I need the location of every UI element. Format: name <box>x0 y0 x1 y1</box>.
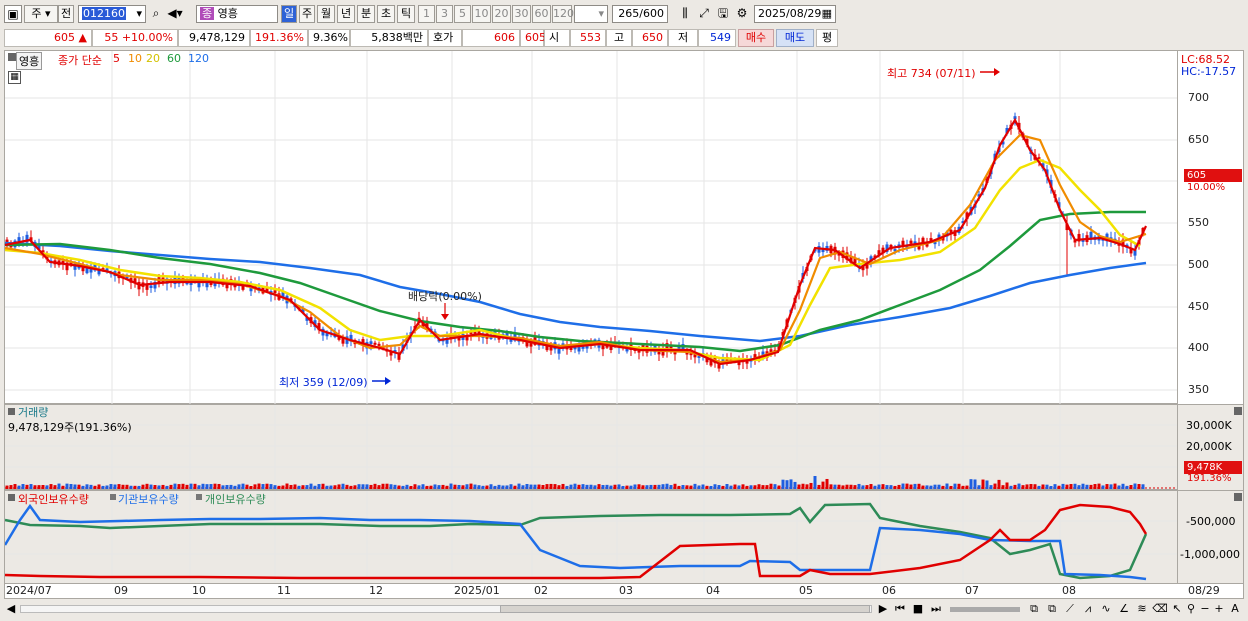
copy-icon[interactable]: ⧉ <box>1044 601 1060 617</box>
last-pct-tag: 10.00% <box>1187 182 1226 193</box>
low-note: 최저 359 (12/09) <box>279 376 368 389</box>
high-arrow-head <box>994 68 1000 76</box>
ma20-legend: 20 <box>146 52 160 65</box>
volume-close-icon[interactable] <box>1234 407 1242 415</box>
institution-legend: 기관보유수량 <box>118 493 179 506</box>
vol-tick-30000k: 30,000K <box>1186 419 1232 432</box>
auto-scale-icon[interactable]: A <box>1228 601 1242 617</box>
last-price-tag: 605 <box>1184 169 1242 182</box>
x-label-07: 07 <box>965 584 979 597</box>
ma5-line <box>4 117 1147 366</box>
zoom-out-icon[interactable]: − <box>1198 601 1212 617</box>
holder-menu-icon[interactable] <box>8 494 15 501</box>
candle-body <box>373 342 377 345</box>
volume-panel[interactable] <box>4 404 1178 490</box>
erase-tool-icon[interactable]: ⌫ <box>1152 601 1168 617</box>
x-label-12: 12 <box>369 584 383 597</box>
scroll-left-icon[interactable]: ◀ <box>4 601 18 617</box>
candle-body <box>909 240 913 244</box>
ma5-legend: 5 <box>113 52 120 65</box>
table-grid-icon[interactable]: ▦ <box>8 71 21 84</box>
stop-icon[interactable]: ■ <box>910 601 926 617</box>
ma10-line <box>4 133 1147 364</box>
volume-pct-tag: 191.36% <box>1187 473 1232 484</box>
volume-menu-icon[interactable] <box>8 408 15 415</box>
x-label-03: 03 <box>619 584 633 597</box>
rewind-icon[interactable]: ⏮ <box>892 601 908 617</box>
candle-body <box>745 361 749 364</box>
trend-tool-icon[interactable]: ⩘ <box>1080 601 1096 617</box>
panel-menu-icon[interactable] <box>8 53 16 61</box>
scrollbar-thumb[interactable] <box>500 605 870 613</box>
ma60-legend: 60 <box>167 52 181 65</box>
individual-legend: 개인보유수량 <box>205 493 266 506</box>
volume-title: 거래량 <box>18 406 49 419</box>
candle-body <box>569 347 573 350</box>
high-note: 최고 734 (07/11) <box>887 67 976 80</box>
y-tick-700: 700 <box>1188 91 1209 104</box>
volume-value: 9,478,129주(191.36%) <box>8 421 132 434</box>
ma120-line <box>4 241 1147 343</box>
price-panel-title[interactable]: 영흥 <box>16 52 43 70</box>
candle-body <box>369 341 373 345</box>
candle-body <box>149 285 153 288</box>
y-tick-550: 550 <box>1188 216 1209 229</box>
line-tool-icon[interactable]: ⟋ <box>1062 601 1078 617</box>
candle-body <box>273 290 277 294</box>
candlestick-series <box>5 112 1145 372</box>
x-label-2025-01: 2025/01 <box>454 584 500 597</box>
x-label-05: 05 <box>799 584 813 597</box>
holder-y-axis <box>1178 490 1244 584</box>
y-tick-450: 450 <box>1188 300 1209 313</box>
ma120-legend: 120 <box>188 52 209 65</box>
ma10-legend: 10 <box>128 52 142 65</box>
x-label-2024-07: 2024/07 <box>6 584 52 597</box>
zoom-in-icon[interactable]: + <box>1212 601 1226 617</box>
holder-tick-500k: -500,000 <box>1186 515 1236 528</box>
x-label-04: 04 <box>706 584 720 597</box>
x-label-09: 09 <box>114 584 128 597</box>
ma-legend-prefix: 종가 단순 <box>58 54 102 67</box>
wave-tool-icon[interactable]: ∿ <box>1098 601 1114 617</box>
x-label-10: 10 <box>192 584 206 597</box>
fast-forward-icon[interactable]: ⏭ <box>928 601 944 617</box>
cursor-tool-icon[interactable]: ↖ <box>1170 601 1184 617</box>
fibo-tool-icon[interactable]: ≋ <box>1134 601 1150 617</box>
foreign-legend: 외국인보유수량 <box>18 493 89 506</box>
holder-panel[interactable] <box>4 490 1178 584</box>
holder-tick-1m: -1,000,000 <box>1180 548 1240 561</box>
y-tick-350: 350 <box>1188 383 1209 396</box>
y-tick-400: 400 <box>1188 341 1209 354</box>
angle-tool-icon[interactable]: ∠ <box>1116 601 1132 617</box>
x-label-last-date: 08/29 <box>1188 584 1220 597</box>
candle-body <box>601 345 605 350</box>
x-label-02: 02 <box>534 584 548 597</box>
dividend-note: 배당락(0.00%) <box>408 290 482 303</box>
layout-icon[interactable]: ⧉ <box>1026 601 1042 617</box>
candle-body <box>377 343 381 346</box>
y-tick-500: 500 <box>1188 258 1209 271</box>
scroll-right-icon[interactable]: ▶ <box>876 601 890 617</box>
zoom-slider[interactable] <box>950 607 1020 612</box>
x-label-11: 11 <box>277 584 291 597</box>
legend-separator-icon-2 <box>196 494 202 500</box>
y-tick-650: 650 <box>1188 133 1209 146</box>
vol-tick-20000k: 20,000K <box>1186 440 1232 453</box>
x-label-06: 06 <box>882 584 896 597</box>
magnify-icon[interactable]: ⚲ <box>1184 601 1198 617</box>
low-arrow-head <box>385 377 391 385</box>
x-label-08: 08 <box>1062 584 1076 597</box>
holder-close-icon[interactable] <box>1234 493 1242 501</box>
hc-value: HC:-17.57 <box>1181 65 1237 78</box>
dividend-marker-head <box>441 314 449 320</box>
legend-separator-icon <box>110 494 116 500</box>
